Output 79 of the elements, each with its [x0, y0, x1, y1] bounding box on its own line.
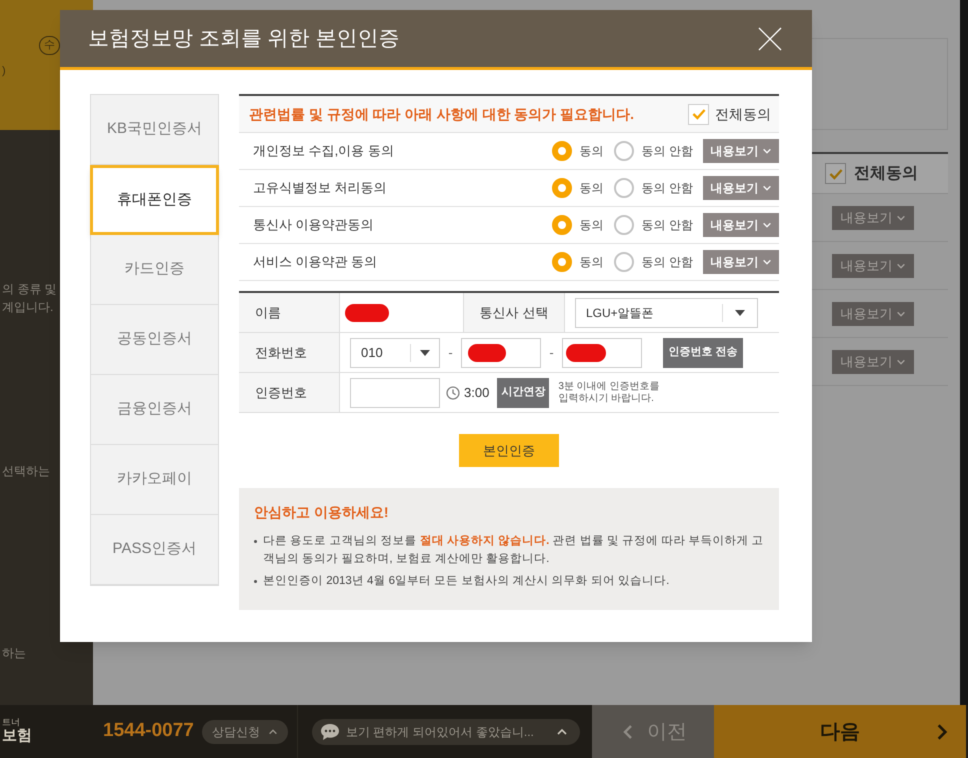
- all-agree-label: 전체동의: [854, 164, 918, 184]
- consent-item-label: 개인정보 수집,이용 동의: [253, 142, 395, 160]
- previous-button[interactable]: 이전: [592, 705, 714, 758]
- chevron-up-icon: [268, 726, 278, 736]
- radio-label: 동의 안함: [642, 180, 693, 197]
- side-text: 계입니다.: [2, 299, 54, 316]
- phone-last-field[interactable]: [562, 338, 642, 368]
- code-input-field[interactable]: [350, 378, 440, 408]
- extend-time-button[interactable]: 시간연장: [497, 378, 550, 408]
- view-details-button[interactable]: 내용보기: [832, 254, 914, 278]
- radio-button[interactable]: [614, 141, 634, 161]
- check-icon: [690, 106, 706, 122]
- radio-button[interactable]: [552, 178, 572, 198]
- chat-bubble-icon: [320, 722, 340, 740]
- bullet-icon: [254, 580, 257, 583]
- chevron-down-icon: [762, 220, 772, 230]
- chevron-down-icon: [762, 146, 772, 156]
- radio-button[interactable]: [552, 252, 572, 272]
- consent-notice: 관련법률 및 규정에 따라 아래 사항에 대한 동의가 필요합니다.: [249, 104, 634, 124]
- carrier-select[interactable]: LGU+알뜰폰: [575, 298, 758, 328]
- verify-button[interactable]: 본인인증: [459, 434, 559, 467]
- view-details-button[interactable]: 내용보기: [703, 250, 779, 274]
- radio-button[interactable]: [552, 141, 572, 161]
- separator: -: [447, 344, 454, 362]
- field-label: 인증번호: [239, 373, 340, 412]
- side-text: ): [2, 64, 7, 78]
- radio-label: 동의: [580, 180, 604, 197]
- auth-tab[interactable]: 휴대폰인증: [90, 165, 219, 235]
- notice-text: 다른 용도로 고객님의 정보를 절대 사용하지 않습니다. 관련 법률 및 규정에 따라 부득이하게 고객님의 동의가 필요하며, 보험료 계산에만 활용합니다.: [263, 534, 764, 567]
- view-details-button[interactable]: 내용보기: [832, 302, 914, 326]
- consent-item-label: 고유식별정보 처리동의: [253, 179, 388, 198]
- field-label: 전화번호: [239, 333, 340, 372]
- all-agree-label: 전체동의: [715, 104, 771, 124]
- phone-number: 1544-0077: [103, 719, 194, 744]
- consult-button[interactable]: 상담신청: [202, 720, 288, 744]
- next-button[interactable]: 다음: [714, 705, 966, 758]
- consent-item-label: 통신사 이용약관동의: [253, 216, 375, 234]
- logo-text: 트너: [2, 718, 21, 727]
- clock-icon: [446, 386, 460, 400]
- radio-label: 동의 안함: [642, 217, 693, 234]
- radio-label: 동의: [580, 217, 604, 234]
- radio-label: 동의 안함: [642, 143, 693, 160]
- radio-label: 동의: [580, 254, 604, 271]
- radio-label: 동의 안함: [642, 254, 693, 271]
- radio-button[interactable]: [552, 215, 572, 235]
- review-ticker[interactable]: 보기 편하게 되어있어서 좋았습니...: [312, 718, 580, 744]
- send-code-button[interactable]: 인증번호 전송: [663, 338, 743, 368]
- side-text: 의 종류 및: [2, 281, 58, 298]
- radio-button[interactable]: [614, 215, 634, 235]
- checkbox[interactable]: [825, 163, 846, 184]
- bullet-icon: [254, 540, 257, 543]
- notice-text: 본인인증이 2013년 4월 6일부터 모든 보험사의 계산시 의무화 되어 있습니다.: [263, 574, 670, 589]
- field-label: 통신사 선택: [463, 293, 565, 332]
- view-details-button[interactable]: 내용보기: [703, 139, 779, 163]
- view-details-button[interactable]: 내용보기: [832, 206, 914, 230]
- phone-middle-field[interactable]: [461, 338, 541, 368]
- dropdown-arrow-icon: [735, 310, 745, 316]
- notice-title: 안심하고 이용하세요!: [254, 503, 390, 522]
- chevron-down-icon: [762, 183, 772, 193]
- checkbox[interactable]: [688, 104, 709, 124]
- view-details-button[interactable]: 내용보기: [832, 350, 914, 374]
- view-details-button[interactable]: 내용보기: [703, 213, 779, 237]
- close-icon[interactable]: [758, 26, 782, 50]
- radio-button[interactable]: [614, 252, 634, 272]
- field-label: 이름: [239, 293, 340, 332]
- dialog-title: 보험정보망 조회를 위한 본인인증: [88, 26, 400, 52]
- code-note: 3분 이내에 인증번호를 입력하시기 바랍니다.: [558, 380, 660, 404]
- consent-item-label: 서비스 이용약관 동의: [253, 253, 378, 272]
- radio-label: 동의: [580, 143, 604, 160]
- timer: 3:00: [464, 384, 490, 402]
- radio-button[interactable]: [614, 178, 634, 198]
- separator: -: [548, 344, 555, 362]
- chevron-down-icon: [762, 257, 772, 267]
- dropdown-arrow-icon: [420, 350, 430, 356]
- side-text: 하는: [2, 645, 27, 662]
- phone-prefix-select[interactable]: 010: [350, 338, 440, 368]
- view-details-button[interactable]: 내용보기: [703, 176, 779, 200]
- side-text: 선택하는: [2, 463, 51, 480]
- logo-text: 보험: [2, 726, 33, 746]
